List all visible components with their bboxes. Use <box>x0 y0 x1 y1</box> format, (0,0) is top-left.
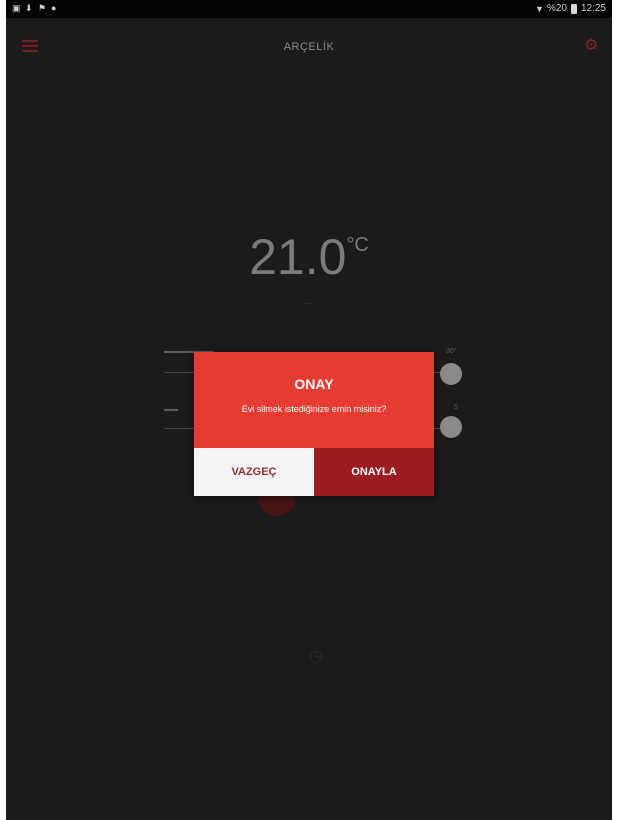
mode-icon-3[interactable]: ◌ <box>350 566 364 580</box>
slider2-label: ▬▬ <box>164 406 178 413</box>
chat-icon: ● <box>51 3 57 13</box>
slider1-knob[interactable] <box>440 363 462 385</box>
notification-icons: ▣ ⬇ ⚑ ● <box>12 3 59 13</box>
dialog-title: ONAY <box>294 376 334 392</box>
mode-icon-1[interactable]: ◌ <box>184 566 198 580</box>
screenshot-icon: ▣ <box>12 3 21 13</box>
device-screen: ▣ ⬇ ⚑ ● ▼ %20 12:25 ARÇELİK ⚙ 21.0°C — ▬… <box>6 0 612 820</box>
cancel-button[interactable]: VAZGEÇ <box>194 448 314 496</box>
slider2-max-label: 5 <box>454 404 458 411</box>
flag-icon: ⚑ <box>38 3 47 13</box>
mode-icon-2[interactable]: ◌ <box>268 566 282 580</box>
temperature-value: 21.0 <box>249 229 347 285</box>
app-bar: ARÇELİK ⚙ <box>6 18 612 74</box>
battery-icon <box>570 3 577 14</box>
clock: 12:25 <box>580 3 606 14</box>
dialog-actions: VAZGEÇ ONAYLA <box>194 448 434 496</box>
download-icon: ⬇ <box>25 3 33 13</box>
temperature-display: 21.0°C <box>6 228 612 286</box>
status-bar: ▣ ⬇ ⚑ ● ▼ %20 12:25 <box>6 0 612 18</box>
gear-icon[interactable]: ⚙ <box>584 38 600 54</box>
battery-percent: %20 <box>546 3 567 14</box>
confirm-dialog: ONAY Evi silmek istediğinize emin misini… <box>194 352 434 496</box>
dialog-body: ONAY Evi silmek istediğinize emin misini… <box>194 352 434 448</box>
confirm-button[interactable]: ONAYLA <box>314 448 434 496</box>
timer-icon[interactable]: ◷ <box>306 646 326 666</box>
temperature-subtext: — <box>304 298 314 308</box>
slider1-max-label: 30° <box>446 348 457 355</box>
app-title: ARÇELİK <box>283 41 335 53</box>
slider2-knob[interactable] <box>440 416 462 438</box>
wifi-icon: ▼ <box>534 3 544 14</box>
dialog-message: Evi silmek istediğinize emin misiniz? <box>241 404 387 414</box>
mode-icon-4[interactable]: ◌ <box>434 566 448 580</box>
temperature-unit: °C <box>346 234 369 256</box>
